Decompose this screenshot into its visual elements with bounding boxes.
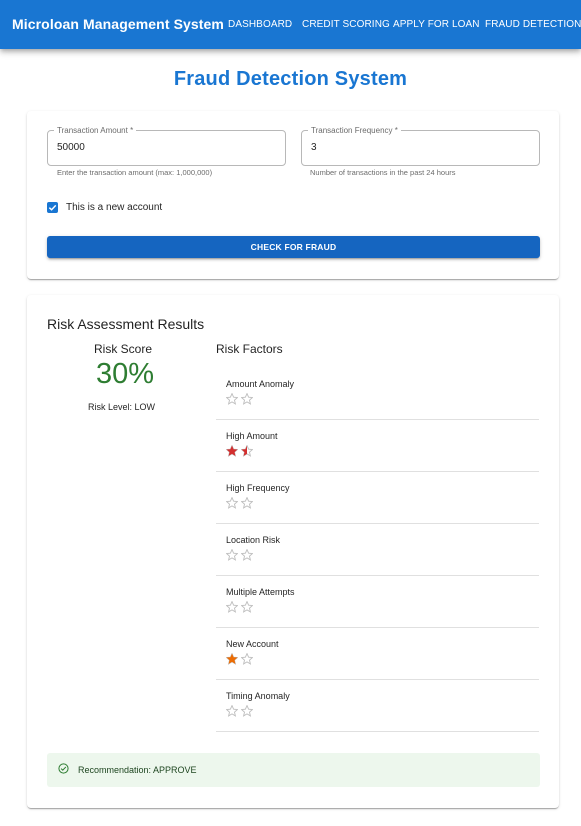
star-outline-icon (226, 393, 238, 405)
star-filled-icon (226, 653, 238, 665)
new-account-checkbox[interactable] (47, 202, 58, 213)
transaction-amount-value[interactable]: 50000 (57, 142, 85, 153)
risk-factor-item: Location Risk (216, 524, 539, 576)
star-outline-icon (241, 549, 253, 561)
star-outline-icon (241, 653, 253, 665)
risk-factors-heading: Risk Factors (216, 342, 283, 356)
check-icon (48, 204, 57, 211)
risk-factor-item: New Account (216, 628, 539, 680)
risk-factor-item: Amount Anomaly (216, 368, 539, 420)
app-bar: Microloan Management System DASHBOARD CR… (0, 0, 581, 49)
nav-dashboard[interactable]: DASHBOARD (228, 0, 292, 49)
star-outline-icon (226, 705, 238, 717)
risk-factor-item: High Amount (216, 420, 539, 472)
star-outline-icon (241, 497, 253, 509)
nav-fraud-detection[interactable]: FRAUD DETECTION (485, 0, 581, 49)
page-title: Fraud Detection System (173, 68, 408, 90)
transaction-amount-field[interactable]: Transaction Amount * 50000 (47, 125, 286, 166)
risk-factors-list: Amount Anomaly High Amount High Frequency L… (216, 368, 539, 732)
star-outline-icon (241, 393, 253, 405)
risk-factor-label: High Frequency (226, 483, 290, 493)
risk-factor-label: Multiple Attempts (226, 587, 295, 597)
transaction-amount-helper: Enter the transaction amount (max: 1,000… (57, 168, 213, 177)
fraud-check-form: Transaction Amount * 50000 Enter the tra… (27, 111, 559, 279)
star-outline-icon (226, 549, 238, 561)
risk-factor-label: Amount Anomaly (226, 379, 295, 389)
risk-factor-label: High Amount (226, 431, 278, 441)
risk-results-card: Risk Assessment Results Risk Score 30% R… (27, 295, 559, 808)
recommendation-text: Recommendation: APPROVE (78, 765, 197, 775)
star-filled-icon (241, 445, 253, 457)
risk-factor-label: Location Risk (226, 535, 281, 545)
transaction-frequency-value[interactable]: 3 (311, 142, 317, 153)
risk-score-heading: Risk Score (94, 342, 153, 356)
star-filled-icon (226, 445, 238, 457)
risk-factor-label: New Account (226, 639, 279, 649)
results-title: Risk Assessment Results (47, 316, 205, 332)
star-outline-icon (241, 601, 253, 613)
transaction-frequency-helper: Number of transactions in the past 24 ho… (310, 168, 456, 177)
transaction-frequency-label: Transaction Frequency * (308, 125, 401, 136)
risk-score-value: 30% (96, 358, 155, 390)
star-outline-icon (226, 601, 238, 613)
nav-credit-scoring[interactable]: CREDIT SCORING (302, 0, 390, 49)
risk-factor-item: Timing Anomaly (216, 680, 539, 732)
star-outline-icon (241, 705, 253, 717)
risk-level-text: Risk Level: LOW (88, 402, 156, 412)
new-account-label[interactable]: This is a new account (66, 202, 162, 214)
transaction-amount-label: Transaction Amount * (54, 125, 137, 136)
check-circle-icon (58, 763, 69, 774)
recommendation-alert: Recommendation: APPROVE (47, 753, 540, 787)
risk-factor-item: High Frequency (216, 472, 539, 524)
app-brand[interactable]: Microloan Management System (12, 0, 224, 49)
transaction-frequency-field[interactable]: Transaction Frequency * 3 (301, 125, 540, 166)
risk-factor-item: Multiple Attempts (216, 576, 539, 628)
star-outline-icon (226, 497, 238, 509)
nav-apply-for-loan[interactable]: APPLY FOR LOAN (393, 0, 480, 49)
risk-factor-label: Timing Anomaly (226, 691, 290, 701)
check-for-fraud-button[interactable]: CHECK FOR FRAUD (47, 236, 540, 258)
